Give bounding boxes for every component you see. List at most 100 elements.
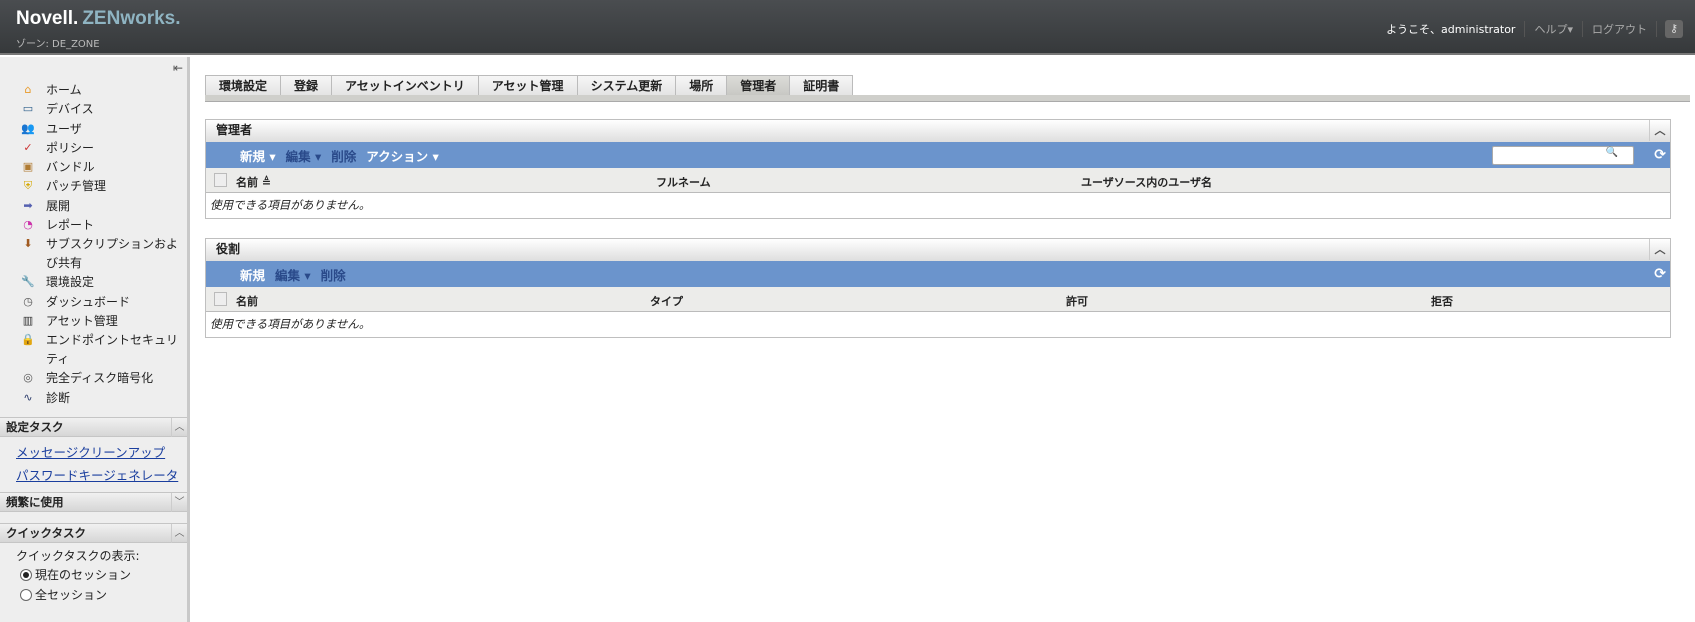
lock-icon: 🔒 (21, 333, 35, 347)
sidebar-item[interactable]: ◷ ダッシュボード (18, 293, 186, 312)
disk-icon: ◎ (23, 371, 33, 385)
tab[interactable]: 管理者 (726, 75, 790, 96)
radio-all-sessions[interactable]: 全セッション (20, 586, 107, 603)
product-name: ZENworks. (82, 8, 181, 29)
home-icon: ⌂ (24, 83, 32, 96)
shield-icon: ⛨ (23, 179, 33, 193)
nav-list: ⌂ ホーム ▭ デバイス 👥 ユーザ ✓ ポリシー ▣ バンドル ⛨ パッチ管理 ➡ 展開 ◔ レポート ⬇ サブ… (18, 81, 186, 408)
new-button[interactable]: 新規 (240, 265, 265, 284)
chevron-up-icon[interactable]: ︿ (1649, 239, 1670, 260)
action-button[interactable]: アクション ▾ (366, 146, 439, 165)
delete-button[interactable]: 削除 (331, 146, 356, 165)
welcome-text: ようこそ、administrator (1377, 21, 1526, 37)
chevron-up-icon[interactable]: ︿ (171, 418, 187, 437)
search-input[interactable]: 🔍 (1492, 146, 1634, 165)
config-tasks-header[interactable]: 設定タスク ︿ (0, 417, 187, 437)
quick-tasks-header[interactable]: クイックタスク ︿ (0, 523, 187, 543)
delete-button[interactable]: 削除 (321, 265, 346, 284)
column-user-source-name[interactable]: ユーザソース内のユーザ名 (1081, 174, 1212, 190)
tab[interactable]: システム更新 (576, 75, 676, 96)
diagnostics-icon: ∿ (23, 390, 33, 404)
tab[interactable]: 場所 (675, 75, 727, 96)
sidebar-item[interactable]: ⬇ サブスクリプションおよび共有 (18, 235, 186, 273)
radio-selected-icon[interactable] (20, 568, 32, 581)
tab-bar: 環境設定 登録 アセットインベントリ アセット管理 システム更新 場所 管理者 証明書 (205, 75, 854, 96)
collapse-sidebar-icon[interactable]: ⇤ (173, 61, 183, 75)
wrench-icon: 🔧 (21, 275, 35, 289)
edit-button[interactable]: 編集 ▾ (275, 265, 311, 284)
key-icon[interactable]: ⚷ (1665, 20, 1683, 38)
sidebar: ⇤ ⌂ ホーム ▭ デバイス 👥 ユーザ ✓ ポリシー ▣ バンドル ⛨ パッチ管理 ➡ 展開 ◔ レポート ⬇… (0, 57, 190, 622)
admins-panel: 管理者 ︿ 新規 ▾ 編集 ▾ 削除 アクション ▾ 🔍 ⟳ 名前 ≜ フルネーム… (205, 119, 1671, 219)
sidebar-item[interactable]: ➡ 展開 (18, 197, 186, 216)
sidebar-item[interactable]: ▭ デバイス (18, 100, 186, 119)
sidebar-item[interactable]: 🔒 エンドポイントセキュリティ (18, 331, 186, 369)
chevron-up-icon[interactable]: ︿ (1649, 120, 1670, 141)
password-key-generator-link[interactable]: パスワードキージェネレータ (16, 465, 178, 484)
sidebar-item-label: 完全ディスク暗号化 (46, 371, 154, 386)
report-icon: ◔ (23, 218, 33, 232)
radio-label: 全セッション (35, 588, 108, 602)
column-name[interactable]: 名前 (236, 293, 258, 309)
chevron-up-icon[interactable]: ︿ (171, 524, 187, 543)
select-all-checkbox[interactable] (214, 292, 227, 306)
column-full-name[interactable]: フルネーム (656, 174, 711, 190)
roles-table-header: 名前 タイプ 許可 拒否 (206, 287, 1670, 312)
policy-icon: ✓ (23, 140, 33, 154)
help-menu[interactable]: ヘルプ▾ (1525, 21, 1583, 37)
select-all-checkbox[interactable] (214, 173, 227, 187)
refresh-icon[interactable]: ⟳ (1654, 147, 1666, 163)
sidebar-item[interactable]: 👥 ユーザ (18, 120, 186, 139)
asset-icon: ▥ (22, 313, 34, 327)
sidebar-item[interactable]: ◔ レポート (18, 216, 186, 235)
sidebar-item[interactable]: ✓ ポリシー (18, 139, 186, 158)
new-button[interactable]: 新規 ▾ (240, 146, 276, 165)
header: Novell. ZENworks. ゾーン: DE_ZONE ようこそ、admin… (0, 0, 1695, 55)
column-name[interactable]: 名前 ≜ (236, 174, 271, 190)
quick-tasks-show-label: クイックタスクの表示: (16, 549, 140, 563)
sidebar-item-label: 診断 (46, 390, 71, 405)
frequent-title: 頻繁に使用 (6, 495, 64, 509)
search-icon: 🔍 (1605, 147, 1618, 158)
subscription-icon: ⬇ (23, 237, 33, 251)
sidebar-item[interactable]: ∿ 診断 (18, 389, 186, 408)
column-deny[interactable]: 拒否 (1431, 293, 1453, 309)
logout-link[interactable]: ログアウト (1583, 21, 1657, 37)
radio-current-session[interactable]: 現在のセッション (20, 566, 131, 583)
sidebar-item[interactable]: ⌂ ホーム (18, 81, 186, 100)
tab[interactable]: アセットインベントリ (331, 75, 478, 96)
sidebar-item-label: 展開 (46, 198, 71, 213)
chevron-down-icon[interactable]: ﹀ (171, 493, 187, 512)
admins-table-header: 名前 ≜ フルネーム ユーザソース内のユーザ名 (206, 168, 1670, 193)
sidebar-item-label: サブスクリプションおよび共有 (46, 237, 179, 271)
column-type[interactable]: タイプ (650, 293, 683, 309)
tab[interactable]: 登録 (280, 75, 332, 96)
deploy-icon: ➡ (23, 198, 33, 212)
users-icon: 👥 (21, 121, 35, 135)
radio-label: 現在のセッション (35, 568, 132, 582)
sidebar-item[interactable]: ⛨ パッチ管理 (18, 177, 186, 196)
refresh-icon[interactable]: ⟳ (1654, 266, 1666, 282)
tab[interactable]: 環境設定 (205, 75, 281, 96)
tab[interactable]: アセット管理 (477, 75, 577, 96)
radio-icon[interactable] (20, 588, 32, 601)
config-tasks-title: 設定タスク (6, 420, 64, 434)
sidebar-item[interactable]: 🔧 環境設定 (18, 273, 186, 292)
message-cleanup-link[interactable]: メッセージクリーンアップ (16, 442, 165, 461)
sidebar-item-label: バンドル (46, 160, 95, 175)
tab[interactable]: 証明書 (789, 75, 854, 96)
quick-tasks-title: クイックタスク (6, 526, 87, 540)
sidebar-item-label: デバイス (46, 102, 94, 117)
frequent-header[interactable]: 頻繁に使用 ﹀ (0, 492, 187, 512)
empty-message: 使用できる項目がありません。 (210, 198, 371, 212)
monitor-icon: ▭ (22, 102, 34, 116)
sidebar-item[interactable]: ▥ アセット管理 (18, 312, 186, 331)
sidebar-item[interactable]: ◎ 完全ディスク暗号化 (18, 369, 186, 388)
sidebar-item-label: アセット管理 (46, 313, 118, 328)
edit-button[interactable]: 編集 ▾ (286, 146, 322, 165)
roles-panel: 役割 ︿ 新規 編集 ▾ 削除 ⟳ 名前 タイプ 許可 拒否 使用できる項目があり… (205, 238, 1671, 338)
sidebar-item[interactable]: ▣ バンドル (18, 158, 186, 177)
sidebar-item-label: 環境設定 (46, 275, 95, 290)
empty-message: 使用できる項目がありません。 (210, 317, 371, 331)
column-allow[interactable]: 許可 (1066, 293, 1088, 309)
